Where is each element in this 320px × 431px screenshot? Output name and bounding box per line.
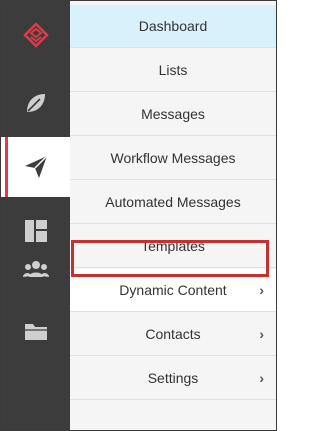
menu-item-label: Lists <box>158 62 188 78</box>
icon-rail <box>1 1 70 430</box>
menu-item-lists[interactable]: Lists <box>70 49 276 92</box>
logo-icon <box>22 22 49 48</box>
leaf-icon <box>26 94 45 112</box>
send-icon <box>24 155 47 178</box>
app-frame: Dashboard Lists Messages Workflow Messag… <box>0 0 277 431</box>
chevron-right-icon: › <box>259 326 264 342</box>
rail-item-leaf[interactable] <box>1 73 70 133</box>
menu-item-settings[interactable]: Settings › <box>70 357 276 400</box>
rail-item-users[interactable] <box>1 239 70 299</box>
chevron-right-icon: › <box>259 370 264 386</box>
menu-item-label: Dynamic Content <box>119 282 227 298</box>
menu-item-label: Dashboard <box>138 18 208 34</box>
menu-item-automated-messages[interactable]: Automated Messages <box>70 181 276 224</box>
submenu: Dashboard Lists Messages Workflow Messag… <box>70 1 276 430</box>
menu-item-dashboard[interactable]: Dashboard <box>70 5 276 48</box>
menu-item-label: Automated Messages <box>105 194 241 210</box>
menu-item-workflow-messages[interactable]: Workflow Messages <box>70 137 276 180</box>
highlight-annotation-box <box>71 240 269 277</box>
menu-item-label: Messages <box>141 106 205 122</box>
chevron-right-icon: › <box>259 282 264 298</box>
rail-item-files[interactable] <box>1 301 70 361</box>
rail-logo[interactable] <box>1 5 70 65</box>
menu-item-label: Settings <box>147 370 199 386</box>
folder-icon <box>24 324 47 340</box>
menu-item-label: Contacts <box>145 326 201 342</box>
menu-item-label: Workflow Messages <box>110 150 236 166</box>
users-icon <box>22 261 49 277</box>
menu-item-messages[interactable]: Messages <box>70 93 276 136</box>
menu-item-contacts[interactable]: Contacts › <box>70 313 276 356</box>
rail-item-campaigns[interactable] <box>1 137 70 197</box>
